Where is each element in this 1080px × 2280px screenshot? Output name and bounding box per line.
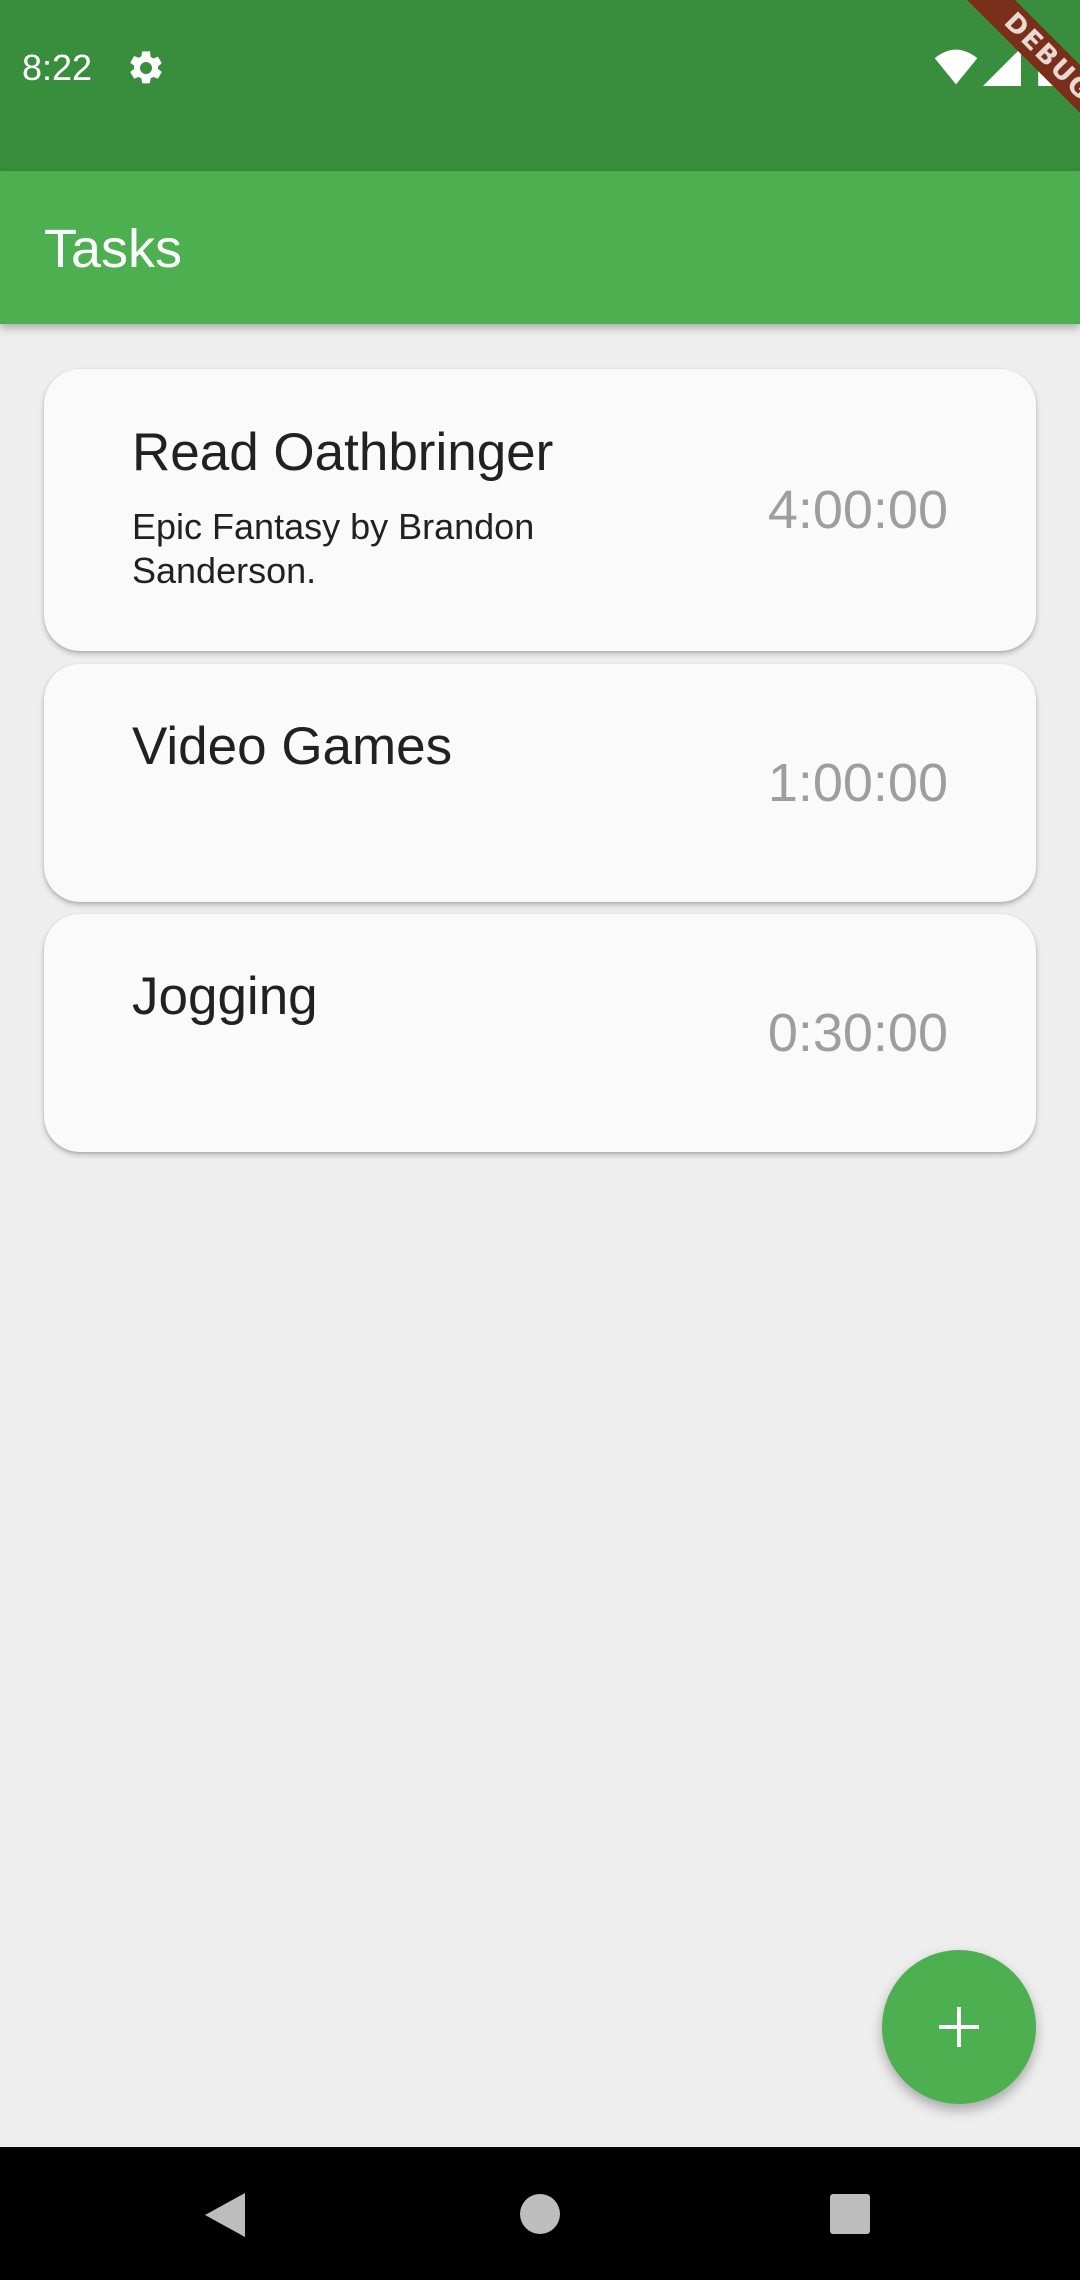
task-title: Video Games (132, 717, 453, 776)
navigation-bar (0, 2147, 1080, 2280)
add-task-button[interactable] (882, 1950, 1036, 2104)
home-icon[interactable] (519, 2193, 561, 2235)
wifi-icon (934, 49, 978, 85)
plus-icon (939, 2007, 979, 2047)
battery-icon (1038, 42, 1056, 86)
task-card[interactable]: Read Oathbringer Epic Fantasy by Brandon… (44, 369, 1036, 651)
task-card[interactable]: Jogging 0:30:00 (44, 914, 1036, 1152)
recents-icon[interactable] (829, 2193, 871, 2235)
task-title: Jogging (132, 967, 318, 1026)
task-description: Epic Fantasy by Brandon Sanderson. (132, 506, 535, 591)
task-title: Read Oathbringer (132, 423, 554, 482)
status-time: 8:22 (22, 47, 93, 88)
gear-icon (130, 51, 162, 84)
task-time: 0:30:00 (767, 1003, 948, 1063)
signal-icon (983, 48, 1021, 86)
app-bar: Tasks (0, 171, 1080, 324)
page-title: Tasks (44, 219, 183, 279)
status-bar: 8:22 DEBUG (0, 0, 1080, 171)
task-card[interactable]: Video Games 1:00:00 (44, 664, 1036, 902)
task-time: 4:00:00 (767, 480, 948, 540)
task-time: 1:00:00 (767, 753, 948, 813)
back-icon[interactable] (203, 2191, 247, 2239)
